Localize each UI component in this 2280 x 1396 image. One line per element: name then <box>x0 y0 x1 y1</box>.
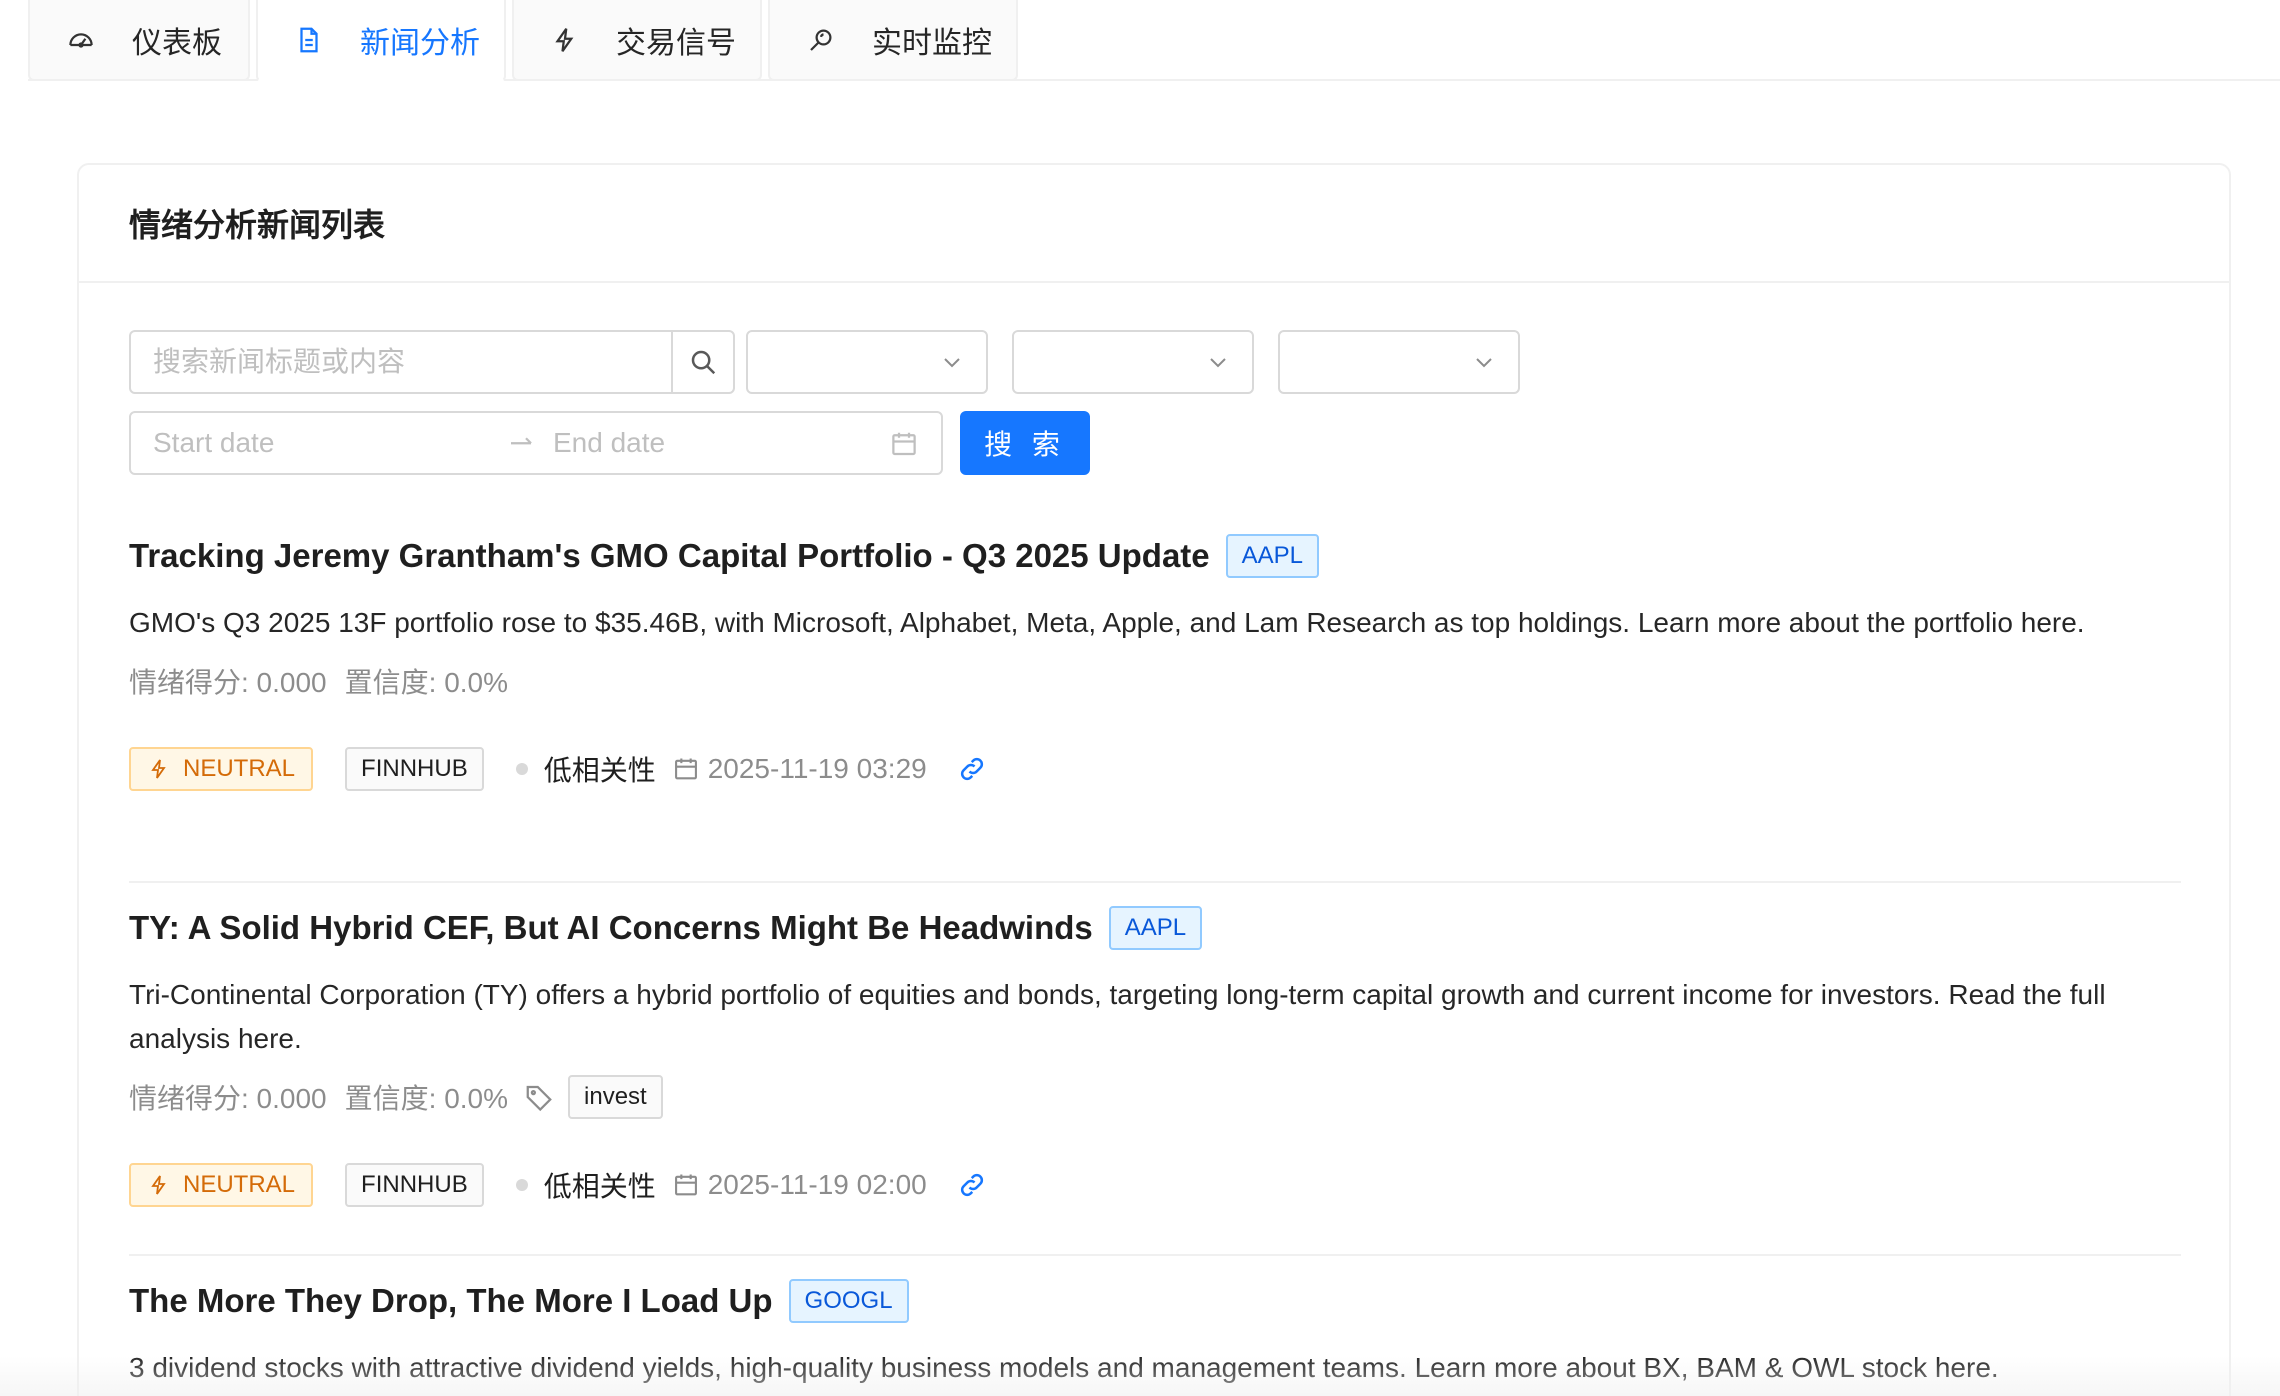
ticker-tag: GOOGL <box>788 1279 909 1323</box>
relevance-label: 低相关性 <box>543 1171 656 1202</box>
keyword-tag: invest <box>568 1075 663 1119</box>
calendar-icon <box>892 432 916 456</box>
end-date-input[interactable]: End date <box>553 427 665 459</box>
sentiment-label: NEUTRAL <box>183 1171 296 1198</box>
tab-label: 实时监控 <box>872 26 992 60</box>
date-range-picker[interactable]: Start date End date <box>129 411 943 475</box>
bottom-shadow <box>0 1356 2280 1396</box>
news-item: TY: A Solid Hybrid CEF, But AI Concerns … <box>129 903 2181 1207</box>
news-description: GMO's Q3 2025 13F portfolio rose to $35.… <box>129 607 2085 638</box>
tab-dashboard[interactable]: 仪表板 <box>28 0 250 81</box>
source-tag: FINNHUB <box>345 1163 484 1207</box>
tab-label: 交易信号 <box>616 26 736 60</box>
tab-bar: 仪表板 新闻分析 交易信号 实时监控 <box>28 0 2280 82</box>
news-title[interactable]: The More They Drop, The More I Load Up <box>129 1282 773 1320</box>
ticker-tag: AAPL <box>1108 906 1203 950</box>
arrow-right-icon <box>511 437 532 445</box>
search-button[interactable] <box>671 330 735 394</box>
sentiment-tag: NEUTRAL <box>129 747 314 791</box>
status-dot <box>515 1179 528 1191</box>
card-header: 情绪分析新闻列表 <box>79 165 2229 283</box>
news-item: Tracking Jeremy Grantham's GMO Capital P… <box>129 531 2181 791</box>
filter-select-1[interactable] <box>746 330 988 394</box>
file-text-icon <box>292 23 326 57</box>
confidence: 置信度: 0.0% <box>344 667 509 698</box>
search-input[interactable] <box>129 330 672 394</box>
chevron-down-icon <box>1210 358 1226 368</box>
divider <box>129 881 2181 883</box>
card-title: 情绪分析新闻列表 <box>129 207 386 243</box>
publish-date: 2025-11-19 02:00 <box>707 1169 927 1200</box>
sentiment-score: 情绪得分: 0.000 <box>129 1083 327 1114</box>
tab-news-analysis[interactable]: 新闻分析 <box>256 0 506 82</box>
tab-trading-signals[interactable]: 交易信号 <box>512 0 762 81</box>
tab-label: 仪表板 <box>132 26 222 60</box>
thunderbolt-icon <box>151 759 166 779</box>
start-date-input[interactable]: Start date <box>153 427 274 459</box>
divider <box>129 1254 2181 1256</box>
news-description: Tri-Continental Corporation (TY) offers … <box>129 979 2106 1054</box>
sentiment-tag: NEUTRAL <box>129 1163 314 1207</box>
search-submit-button[interactable]: 搜 索 <box>960 411 1090 475</box>
thunderbolt-icon <box>151 1175 166 1195</box>
confidence: 置信度: 0.0% <box>344 1083 509 1114</box>
sentiment-score: 情绪得分: 0.000 <box>129 667 327 698</box>
calendar-icon <box>674 1174 697 1196</box>
monitor-search-icon <box>804 23 838 57</box>
filter-select-2[interactable] <box>1012 330 1254 394</box>
news-list-card: 情绪分析新闻列表 Start date End date 搜 索 Trackin… <box>77 163 2231 1396</box>
ticker-tag: AAPL <box>1225 534 1320 578</box>
tab-label: 新闻分析 <box>360 27 480 60</box>
link-icon[interactable] <box>957 1170 987 1200</box>
thunderbolt-icon <box>548 23 582 57</box>
link-icon[interactable] <box>957 754 987 784</box>
relevance-label: 低相关性 <box>543 755 656 786</box>
dashboard-icon <box>64 23 98 57</box>
filter-select-3[interactable] <box>1278 330 1520 394</box>
calendar-icon <box>674 758 697 780</box>
publish-date: 2025-11-19 03:29 <box>707 753 927 784</box>
chevron-down-icon <box>1476 358 1492 368</box>
tag-icon <box>526 1085 552 1112</box>
news-title[interactable]: TY: A Solid Hybrid CEF, But AI Concerns … <box>129 909 1093 947</box>
status-dot <box>515 763 528 775</box>
news-title[interactable]: Tracking Jeremy Grantham's GMO Capital P… <box>129 537 1210 575</box>
tab-realtime-monitor[interactable]: 实时监控 <box>768 0 1018 81</box>
search-group <box>129 330 735 394</box>
sentiment-label: NEUTRAL <box>183 755 296 782</box>
chevron-down-icon <box>944 358 960 368</box>
search-icon <box>691 350 716 375</box>
source-tag: FINNHUB <box>345 747 484 791</box>
